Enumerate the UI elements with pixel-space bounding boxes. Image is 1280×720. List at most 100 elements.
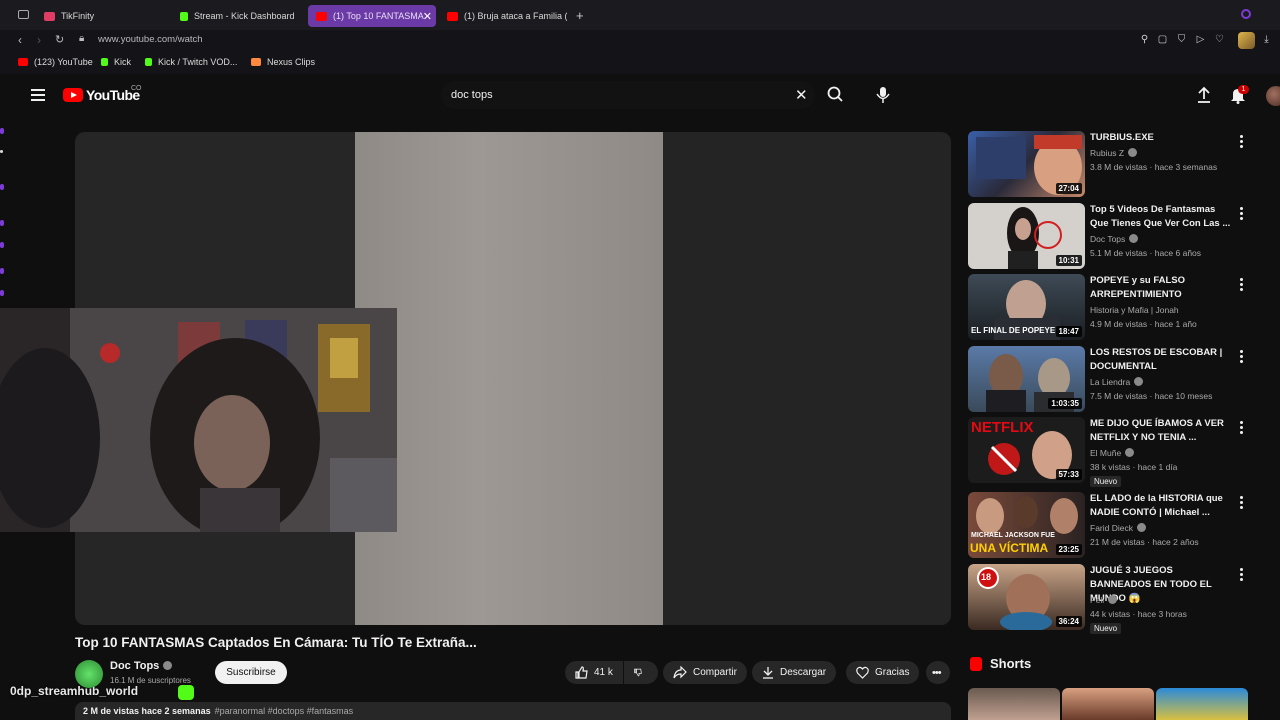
close-tab-icon[interactable]: ✕ — [423, 10, 432, 23]
create-upload-icon[interactable] — [1196, 86, 1212, 104]
video-duration: 36:24 — [1055, 616, 1082, 627]
tab-youtube-active[interactable]: (1) Top 10 FANTASMA ✕ — [308, 5, 436, 27]
url-field[interactable]: www.youtube.com/watch — [98, 34, 203, 45]
video-frame-center — [355, 132, 663, 625]
youtube-favicon-icon — [316, 11, 327, 21]
short-thumbnail[interactable] — [1156, 688, 1248, 720]
video-thumbnail[interactable]: 10:31 — [968, 203, 1085, 269]
more-options-icon[interactable] — [1240, 135, 1244, 148]
new-tab-button[interactable]: + — [576, 8, 584, 23]
download-label: Descargar — [780, 667, 827, 678]
youtube-logo-icon[interactable] — [63, 88, 83, 102]
thanks-label: Gracias — [875, 667, 910, 678]
dock-item[interactable] — [0, 220, 4, 226]
video-thumbnail[interactable]: NETFLIX 57:33 — [968, 417, 1085, 483]
download-arrow-icon — [763, 667, 773, 679]
recommendation-meta: 38 k vistas · hace 1 día — [1090, 462, 1178, 472]
nexus-icon — [251, 58, 261, 66]
tab-label: Stream - Kick Dashboard — [194, 11, 295, 21]
channel-text: La Liendra — [1090, 377, 1131, 387]
hashtags[interactable]: #paranormal #doctops #fantasmas — [215, 706, 354, 716]
tab-kick-dashboard[interactable]: Stream - Kick Dashboard — [180, 5, 305, 27]
sidebar-toggle-icon[interactable] — [18, 10, 29, 19]
play-icon[interactable]: ▷ — [1195, 34, 1206, 45]
recommendation-item[interactable]: EL FINAL DE POPEYE 18:47 POPEYE y su FAL… — [968, 274, 1268, 342]
more-options-icon[interactable] — [1240, 496, 1244, 509]
clear-search-icon[interactable]: ✕ — [795, 86, 808, 104]
short-thumbnail[interactable] — [968, 688, 1060, 720]
video-thumbnail[interactable]: EL FINAL DE POPEYE 18:47 — [968, 274, 1085, 340]
notification-count-badge: 1 — [1238, 85, 1249, 94]
download-icon[interactable]: ⤓ — [1261, 34, 1272, 45]
video-thumbnail[interactable]: 27:04 — [968, 131, 1085, 197]
bookmark-label: (123) YouTube — [34, 57, 93, 67]
video-duration: 57:33 — [1055, 469, 1082, 480]
channel-text: Peli — [1090, 595, 1105, 605]
shorts-icon — [970, 657, 982, 671]
recommendation-item[interactable]: 27:04 TURBIUS.EXE Rubius Z 3.8 M de vist… — [968, 131, 1268, 199]
share-button[interactable]: Compartir — [663, 661, 747, 684]
recommendation-channel: Historia y Mafia | Jonah — [1090, 305, 1179, 315]
tab-youtube-bruja[interactable]: (1) Bruja ataca a Familia ( — [447, 5, 567, 27]
reload-icon[interactable]: ↻ — [55, 33, 64, 46]
tikfinity-favicon-icon — [44, 11, 55, 21]
recommendation-channel: Rubius Z — [1090, 148, 1138, 158]
search-input[interactable]: doc tops ✕ — [441, 81, 815, 109]
search-tabs-icon[interactable] — [1241, 9, 1251, 19]
more-options-icon[interactable] — [1240, 207, 1244, 220]
menu-icon[interactable] — [31, 89, 45, 101]
new-badge: Nuevo — [1090, 623, 1122, 634]
channel-avatar[interactable] — [75, 660, 103, 688]
shield-icon[interactable]: ⛉ — [1176, 34, 1187, 45]
download-button[interactable]: Descargar — [752, 661, 837, 684]
dock-item[interactable] — [0, 268, 4, 274]
bookmark-nexus-clips[interactable]: Nexus Clips — [251, 57, 315, 67]
recommendation-item[interactable]: 18 36:24 JUGUÉ 3 JUEGOS BANNEADOS EN TOD… — [968, 564, 1268, 634]
kick-icon — [145, 58, 152, 66]
dislike-button[interactable] — [624, 661, 658, 684]
video-thumbnail[interactable]: 1:03:35 — [968, 346, 1085, 412]
more-options-icon[interactable] — [1240, 421, 1244, 434]
dock-item[interactable] — [0, 290, 4, 296]
search-icon — [827, 86, 843, 102]
tab-tikfinity[interactable]: TikFinity — [44, 5, 164, 27]
account-avatar[interactable] — [1266, 86, 1280, 106]
bookmark-kick-twitch-vod[interactable]: Kick / Twitch VOD... — [145, 57, 237, 67]
channel-name[interactable]: Doc Tops — [110, 660, 173, 672]
webcam-image — [0, 308, 397, 532]
dock-item[interactable] — [0, 128, 4, 134]
more-options-icon[interactable] — [1240, 350, 1244, 363]
bookmark-kick[interactable]: Kick — [101, 57, 131, 67]
description-box[interactable]: 2 M de vistas hace 2 semanas #paranormal … — [75, 702, 951, 720]
dock-item[interactable] — [0, 242, 4, 248]
heart-icon[interactable]: ♡ — [1214, 34, 1225, 45]
more-horizontal-icon: ••• — [932, 666, 942, 679]
video-thumbnail[interactable]: MICHAEL JACKSON FUE UNA VÍCTIMA 23:25 — [968, 492, 1085, 558]
recommendation-item[interactable]: MICHAEL JACKSON FUE UNA VÍCTIMA 23:25 EL… — [968, 492, 1268, 560]
back-icon[interactable]: ‹ — [18, 33, 22, 47]
profile-avatar[interactable] — [1238, 32, 1255, 49]
video-thumbnail[interactable]: 18 36:24 — [968, 564, 1085, 630]
bookmark-youtube[interactable]: (123) YouTube — [18, 57, 93, 67]
video-duration: 1:03:35 — [1048, 398, 1082, 409]
subscribe-button[interactable]: Suscribirse — [215, 661, 287, 684]
recommendation-item[interactable]: NETFLIX 57:33 ME DIJO QUE ÍBAMOS A VER N… — [968, 417, 1268, 487]
recommendation-item[interactable]: 10:31 Top 5 Videos De Fantasmas Que Tien… — [968, 203, 1268, 271]
short-thumbnail[interactable] — [1062, 688, 1154, 720]
more-options-icon[interactable] — [1240, 568, 1244, 581]
recommendation-item[interactable]: 1:03:35 LOS RESTOS DE ESCOBAR | DOCUMENT… — [968, 346, 1268, 414]
channel-text: Rubius Z — [1090, 148, 1125, 158]
verified-icon — [1125, 448, 1135, 457]
thanks-button[interactable]: Gracias — [846, 661, 920, 684]
more-options-icon[interactable] — [1240, 278, 1244, 291]
forward-icon[interactable]: › — [37, 33, 41, 47]
tab-window-icon[interactable]: ▢ — [1157, 34, 1168, 45]
recommendation-channel: La Liendra — [1090, 377, 1144, 387]
pin-icon[interactable]: ⚲ — [1139, 34, 1150, 45]
like-button[interactable]: 41 k — [565, 661, 623, 684]
voice-search-button[interactable] — [870, 81, 896, 109]
search-button[interactable] — [820, 81, 852, 109]
dock-item[interactable] — [0, 184, 4, 190]
more-actions-button[interactable]: ••• — [926, 661, 950, 684]
dock-item[interactable] — [0, 150, 3, 153]
